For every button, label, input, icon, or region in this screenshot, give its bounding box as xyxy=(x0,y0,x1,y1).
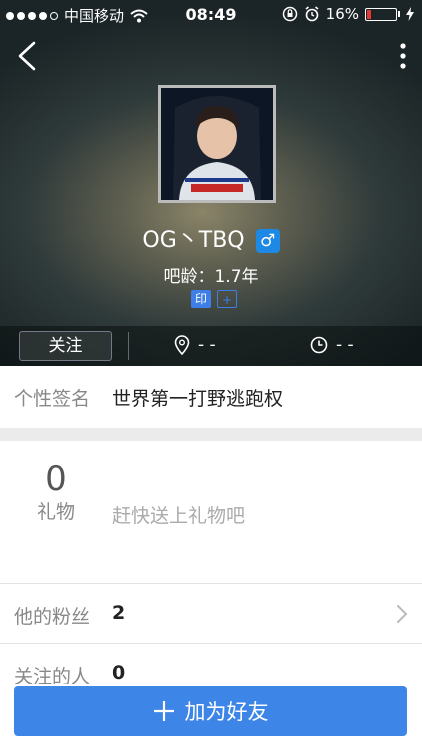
male-icon: ♂ xyxy=(255,229,280,253)
action-bar: 关注 - - - - xyxy=(0,326,422,366)
gift-count: 0 xyxy=(45,459,67,499)
chevron-right-icon xyxy=(397,605,408,623)
username-line: OG丶TBQ ♂ xyxy=(0,222,422,254)
location-pin-icon xyxy=(174,335,190,355)
signature-label: 个性签名 xyxy=(14,388,91,410)
location-info: - - xyxy=(174,335,216,355)
follow-button[interactable]: 关注 xyxy=(19,331,112,361)
add-friend-label: 加为好友 xyxy=(184,700,269,724)
charging-icon xyxy=(406,7,414,21)
add-friend-button[interactable]: 加为好友 xyxy=(14,686,407,736)
badge-add[interactable]: + xyxy=(217,290,237,308)
following-count: 0 xyxy=(112,662,126,684)
clock-icon xyxy=(310,336,328,354)
forum-tenure: 吧龄：1.7年 xyxy=(163,267,259,287)
gift-label: 礼物 xyxy=(36,501,75,523)
location-value: - - xyxy=(198,335,216,355)
signature-value: 世界第一打野逃跑权 xyxy=(112,388,284,410)
badge-stamp[interactable]: 印 xyxy=(191,290,211,308)
status-bar: 中国移动 08:49 16% xyxy=(0,0,422,28)
plus-icon xyxy=(153,701,174,721)
signature-row: 个性签名 世界第一打野逃跑权 xyxy=(0,366,422,426)
more-button[interactable] xyxy=(398,42,408,70)
section-divider xyxy=(0,428,422,441)
divider xyxy=(128,332,129,360)
last-active-info: - - xyxy=(310,335,354,355)
rotation-lock-icon xyxy=(282,6,297,22)
gifts-section[interactable]: 0 礼物 赶快送上礼物吧 xyxy=(0,441,422,583)
battery-percent: 16% xyxy=(325,5,359,23)
fans-count: 2 xyxy=(112,602,126,624)
status-right: 16% xyxy=(282,5,414,23)
battery-icon xyxy=(365,7,397,21)
avatar-photo xyxy=(161,88,273,200)
following-label: 关注的人 xyxy=(14,666,91,684)
back-button[interactable] xyxy=(14,40,40,72)
username: OG丶TBQ xyxy=(142,228,245,253)
gift-empty-text: 赶快送上礼物吧 xyxy=(112,505,246,527)
avatar[interactable] xyxy=(158,85,276,203)
following-row[interactable]: 关注的人 0 xyxy=(0,644,422,684)
alarm-icon xyxy=(305,6,319,22)
last-active-value: - - xyxy=(336,335,354,355)
fans-label: 他的粉丝 xyxy=(14,606,91,628)
badge-row: 印 + xyxy=(191,290,237,308)
fans-row[interactable]: 他的粉丝 2 xyxy=(0,584,422,642)
